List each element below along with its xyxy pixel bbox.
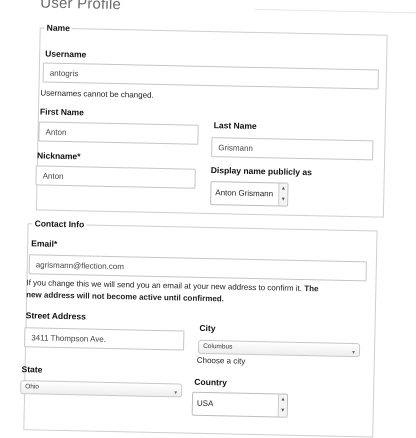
city-select-value: Columbus xyxy=(203,342,233,351)
chevron-down-icon: ▾ xyxy=(351,350,356,357)
country-select-value: USA xyxy=(196,398,214,409)
last-name-field[interactable] xyxy=(211,137,374,161)
country-select[interactable]: USA ▲ ▼ xyxy=(191,391,289,418)
up-down-arrows-icon: ▲ ▼ xyxy=(277,394,288,417)
page-title: User Profile xyxy=(40,0,122,14)
display-name-label: Display name publicly as xyxy=(210,165,312,178)
country-label: Country xyxy=(194,376,228,388)
name-section-legend: Name xyxy=(46,22,70,34)
contact-section-legend: Contact Info xyxy=(34,218,85,230)
header-divider xyxy=(254,8,416,14)
chevron-down-icon: ▾ xyxy=(174,390,178,397)
street-address-label: Street Address xyxy=(25,310,86,322)
user-profile-page: User Profile Name Username Usernames can… xyxy=(0,0,416,438)
state-label: State xyxy=(21,364,43,375)
city-help-text: Choose a city xyxy=(196,355,246,366)
display-name-value: Anton Grismann xyxy=(215,188,274,199)
first-name-field[interactable] xyxy=(38,121,199,145)
nickname-field[interactable] xyxy=(35,165,196,189)
state-select-value: Ohio xyxy=(25,383,40,391)
email-label: Email* xyxy=(31,238,58,249)
city-label: City xyxy=(199,322,216,334)
street-address-field[interactable] xyxy=(24,327,185,351)
nickname-label: Nickname* xyxy=(36,150,81,162)
username-label: Username xyxy=(45,48,87,60)
up-down-arrows-icon: ▲ ▼ xyxy=(278,183,288,206)
first-name-label: First Name xyxy=(39,106,85,118)
display-name-select[interactable]: Anton Grismann ▲ ▼ xyxy=(210,181,289,207)
last-name-label: Last Name xyxy=(213,120,257,132)
